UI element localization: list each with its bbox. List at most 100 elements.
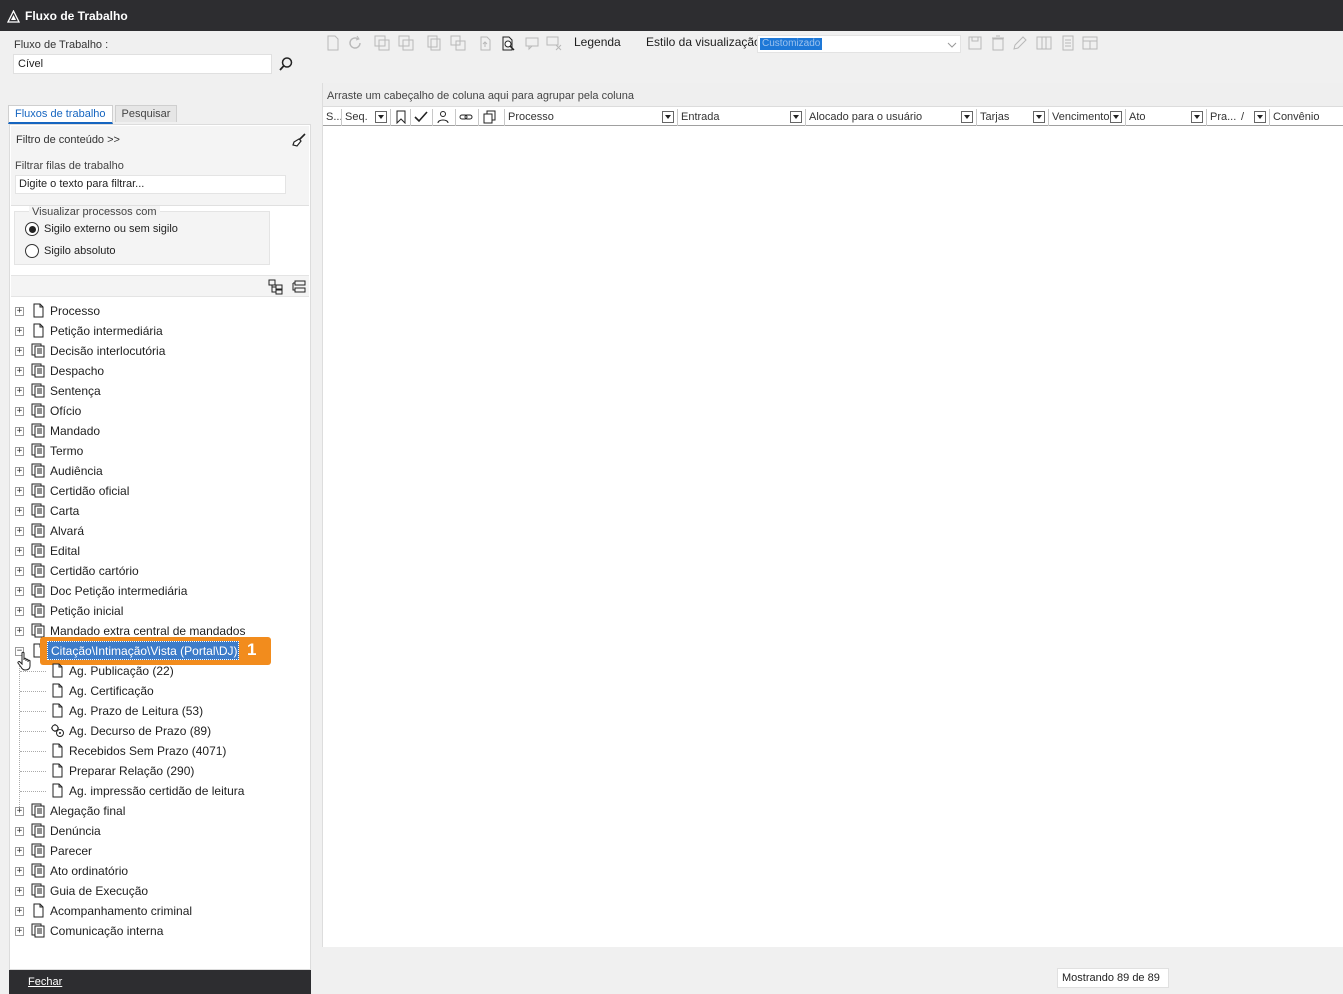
expand-icon[interactable]: + bbox=[15, 467, 24, 476]
expand-icon[interactable]: + bbox=[15, 847, 24, 856]
edit-icon[interactable] bbox=[1012, 35, 1028, 51]
expand-icon[interactable]: + bbox=[15, 327, 24, 336]
tree-node[interactable]: + Ofício bbox=[10, 401, 310, 421]
save-icon[interactable] bbox=[967, 35, 983, 51]
tree-node[interactable]: + Processo bbox=[10, 301, 310, 321]
expand-icon[interactable]: + bbox=[15, 607, 24, 616]
expand-icon[interactable]: + bbox=[15, 547, 24, 556]
tree-node-selected[interactable]: − Citação\Intimação\Vista (Portal\DJ) 1 bbox=[10, 637, 310, 671]
chevron-down-icon[interactable] bbox=[947, 39, 957, 49]
tree-child-node[interactable]: Ag. Publicação (22) bbox=[10, 661, 310, 681]
tree-node[interactable]: + Alvará bbox=[10, 521, 310, 541]
expand-icon[interactable]: + bbox=[15, 907, 24, 916]
col-header-convenio[interactable]: Convênio bbox=[1270, 109, 1343, 126]
expand-icon[interactable]: + bbox=[15, 567, 24, 576]
col-header-check[interactable] bbox=[411, 109, 433, 126]
tree-node[interactable]: + Parecer bbox=[10, 841, 310, 861]
tree-node-label[interactable]: Citação\Intimação\Vista (Portal\DJ) bbox=[47, 641, 239, 660]
estilo-select[interactable]: Customizado bbox=[757, 35, 961, 53]
tree-child-node[interactable]: Recebidos Sem Prazo (4071) bbox=[10, 741, 310, 761]
expand-icon[interactable]: + bbox=[15, 587, 24, 596]
search-document-icon[interactable] bbox=[500, 35, 516, 51]
tree-child-node[interactable]: Ag. impressão certidão de leitura bbox=[10, 781, 310, 801]
expand-icon[interactable]: + bbox=[15, 887, 24, 896]
upload-document-icon[interactable] bbox=[478, 35, 494, 51]
expand-tree-icon[interactable] bbox=[268, 279, 284, 295]
col-header-entrada[interactable]: Entrada bbox=[678, 109, 806, 126]
col-header-copies[interactable] bbox=[479, 109, 505, 126]
new-document-icon[interactable] bbox=[325, 35, 341, 51]
tree-node[interactable]: + Ato ordinatório bbox=[10, 861, 310, 881]
filtro-conteudo-toggle[interactable]: Filtro de conteúdo >> bbox=[16, 134, 120, 146]
tree-node[interactable]: + Denúncia bbox=[10, 821, 310, 841]
expand-icon[interactable]: + bbox=[15, 387, 24, 396]
filter-dropdown-icon[interactable] bbox=[1191, 111, 1203, 123]
expand-icon[interactable]: + bbox=[15, 487, 24, 496]
expand-icon[interactable]: + bbox=[15, 927, 24, 936]
filter-dropdown-icon[interactable] bbox=[1110, 111, 1122, 123]
tree-child-node[interactable]: Ag. Certificação bbox=[10, 681, 310, 701]
radio-sigilo-absoluto[interactable]: Sigilo absoluto bbox=[25, 244, 116, 258]
expand-icon[interactable]: + bbox=[15, 827, 24, 836]
tree-node[interactable]: + Comunicação interna bbox=[10, 921, 310, 941]
expand-icon[interactable]: + bbox=[15, 307, 24, 316]
comment-icon[interactable] bbox=[524, 35, 540, 51]
expand-icon[interactable]: + bbox=[15, 447, 24, 456]
layout-icon[interactable] bbox=[1082, 35, 1098, 51]
col-header-s[interactable]: S... bbox=[323, 109, 342, 126]
filtrar-input[interactable]: Digite o texto para filtrar... bbox=[15, 175, 286, 194]
collapse-tree-icon[interactable] bbox=[292, 280, 306, 294]
tree-node[interactable]: + Despacho bbox=[10, 361, 310, 381]
remove-comment-icon[interactable] bbox=[546, 35, 562, 51]
expand-icon[interactable]: + bbox=[15, 427, 24, 436]
expand-icon[interactable]: + bbox=[15, 347, 24, 356]
tree-node[interactable]: + Certidão oficial bbox=[10, 481, 310, 501]
tree-node[interactable]: + Carta bbox=[10, 501, 310, 521]
tree-node[interactable]: + Doc Petição intermediária bbox=[10, 581, 310, 601]
expand-icon[interactable]: + bbox=[15, 867, 24, 876]
tab-fluxos-de-trabalho[interactable]: Fluxos de trabalho bbox=[8, 105, 113, 124]
col-header-ato[interactable]: Ato bbox=[1126, 109, 1207, 126]
col-header-vencimento[interactable]: Vencimento bbox=[1049, 109, 1126, 126]
expand-icon[interactable]: + bbox=[15, 507, 24, 516]
group-by-area[interactable]: Arraste um cabeçalho de coluna aqui para… bbox=[323, 83, 1343, 107]
tree-node[interactable]: + Termo bbox=[10, 441, 310, 461]
tree-node[interactable]: + Mandado bbox=[10, 421, 310, 441]
copy-icon[interactable] bbox=[398, 35, 414, 51]
expand-icon[interactable]: + bbox=[15, 627, 24, 636]
copy-checked-icon[interactable] bbox=[374, 35, 390, 51]
col-header-seq[interactable]: Seq. bbox=[342, 109, 391, 126]
tree-node[interactable]: + Petição inicial bbox=[10, 601, 310, 621]
tree-node[interactable]: + Audiência bbox=[10, 461, 310, 481]
refresh-icon[interactable] bbox=[347, 35, 363, 51]
col-header-processo[interactable]: Processo bbox=[505, 109, 678, 126]
filter-dropdown-icon[interactable] bbox=[375, 111, 387, 123]
filter-dropdown-icon[interactable] bbox=[1254, 111, 1266, 123]
brush-icon[interactable] bbox=[291, 132, 307, 148]
radio-checked-icon[interactable] bbox=[25, 222, 39, 236]
filter-dropdown-icon[interactable] bbox=[1033, 111, 1045, 123]
search-icon[interactable] bbox=[278, 56, 296, 74]
tree-child-node[interactable]: Ag. Prazo de Leitura (53) bbox=[10, 701, 310, 721]
filter-dropdown-icon[interactable] bbox=[662, 111, 674, 123]
tree-node[interactable]: + Alegação final bbox=[10, 801, 310, 821]
radio-sigilo-externo[interactable]: Sigilo externo ou sem sigilo bbox=[25, 222, 178, 236]
expand-icon[interactable]: + bbox=[15, 407, 24, 416]
tree-node[interactable]: + Certidão cartório bbox=[10, 561, 310, 581]
fluxo-input[interactable]: Cível bbox=[13, 54, 272, 74]
tree-node[interactable]: + Acompanhamento criminal bbox=[10, 901, 310, 921]
tree-child-node[interactable]: Ag. Decurso de Prazo (89) bbox=[10, 721, 310, 741]
fechar-button[interactable]: Fechar bbox=[9, 970, 311, 994]
tree-node[interactable]: + Petição intermediária bbox=[10, 321, 310, 341]
tab-pesquisar[interactable]: Pesquisar bbox=[114, 105, 178, 122]
filter-dropdown-icon[interactable] bbox=[790, 111, 802, 123]
tree-node[interactable]: + Sentença bbox=[10, 381, 310, 401]
columns-icon[interactable] bbox=[1036, 35, 1052, 51]
col-header-tarjas[interactable]: Tarjas bbox=[977, 109, 1049, 126]
tree-node[interactable]: + Guia de Execução bbox=[10, 881, 310, 901]
list-icon[interactable] bbox=[1060, 35, 1076, 51]
expand-icon[interactable]: + bbox=[15, 367, 24, 376]
col-header-bookmark[interactable] bbox=[391, 109, 411, 126]
transfer-icon[interactable] bbox=[450, 35, 466, 51]
col-header-prazo[interactable]: Pra... / bbox=[1207, 109, 1270, 126]
